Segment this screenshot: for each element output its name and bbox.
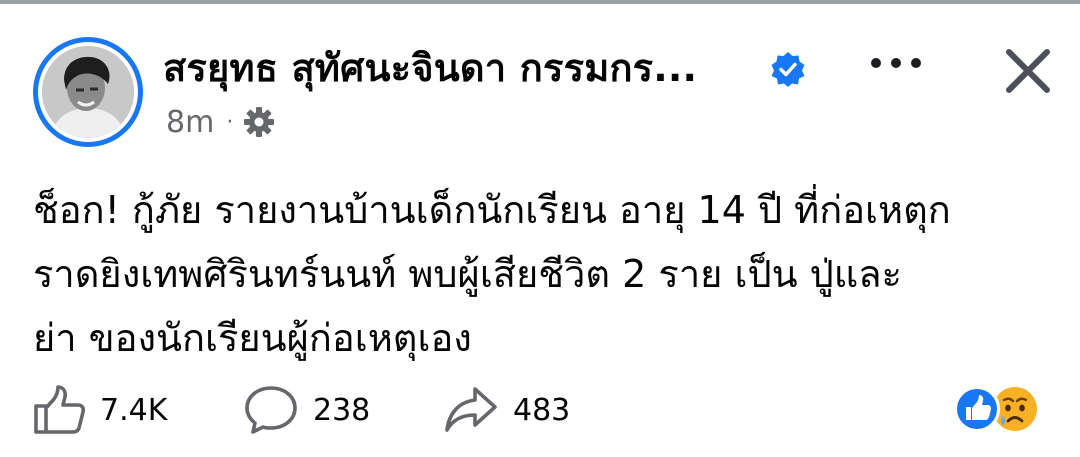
avatar-image (42, 46, 134, 138)
more-options-button[interactable] (866, 45, 926, 81)
reactions-summary[interactable] (948, 386, 1048, 434)
post-text-line: ช็อก! กู้ภัย รายงานบ้านเด็กนักเรียน อายุ… (33, 188, 951, 232)
more-options-icon (871, 58, 921, 68)
meta-separator: · (226, 109, 234, 135)
share-arrow-icon (445, 387, 497, 432)
post-text-line: ย่า ของนักเรียนผู้ก่อเหตุเอง (33, 316, 472, 360)
top-divider (0, 0, 1080, 4)
verified-badge-icon (771, 52, 805, 87)
thumbs-up-icon (34, 385, 86, 434)
post-text-line: ราดยิงเทพศิรินทร์นนท์ พบผู้เสียชีวิต 2 ร… (33, 252, 902, 296)
share-button[interactable]: 483 (443, 383, 570, 437)
comment-bubble-icon (245, 386, 297, 434)
gear-icon[interactable] (243, 106, 275, 138)
like-count: 7.4K (100, 392, 168, 428)
comment-button[interactable]: 238 (243, 383, 370, 437)
share-count: 483 (513, 392, 571, 428)
post-body: ช็อก! กู้ภัย รายงานบ้านเด็กนักเรียน อายุ… (33, 178, 1053, 370)
like-reaction-icon (954, 386, 1000, 432)
comment-count: 238 (313, 392, 371, 428)
post-meta: 8m · (166, 102, 275, 142)
author-name[interactable]: สรยุทธ สุทัศนะจินดา กรรมกร... (163, 44, 697, 92)
close-icon[interactable] (997, 40, 1059, 102)
author-avatar[interactable] (33, 37, 143, 147)
post-timestamp[interactable]: 8m (166, 105, 214, 140)
like-button[interactable]: 7.4K (32, 383, 167, 437)
